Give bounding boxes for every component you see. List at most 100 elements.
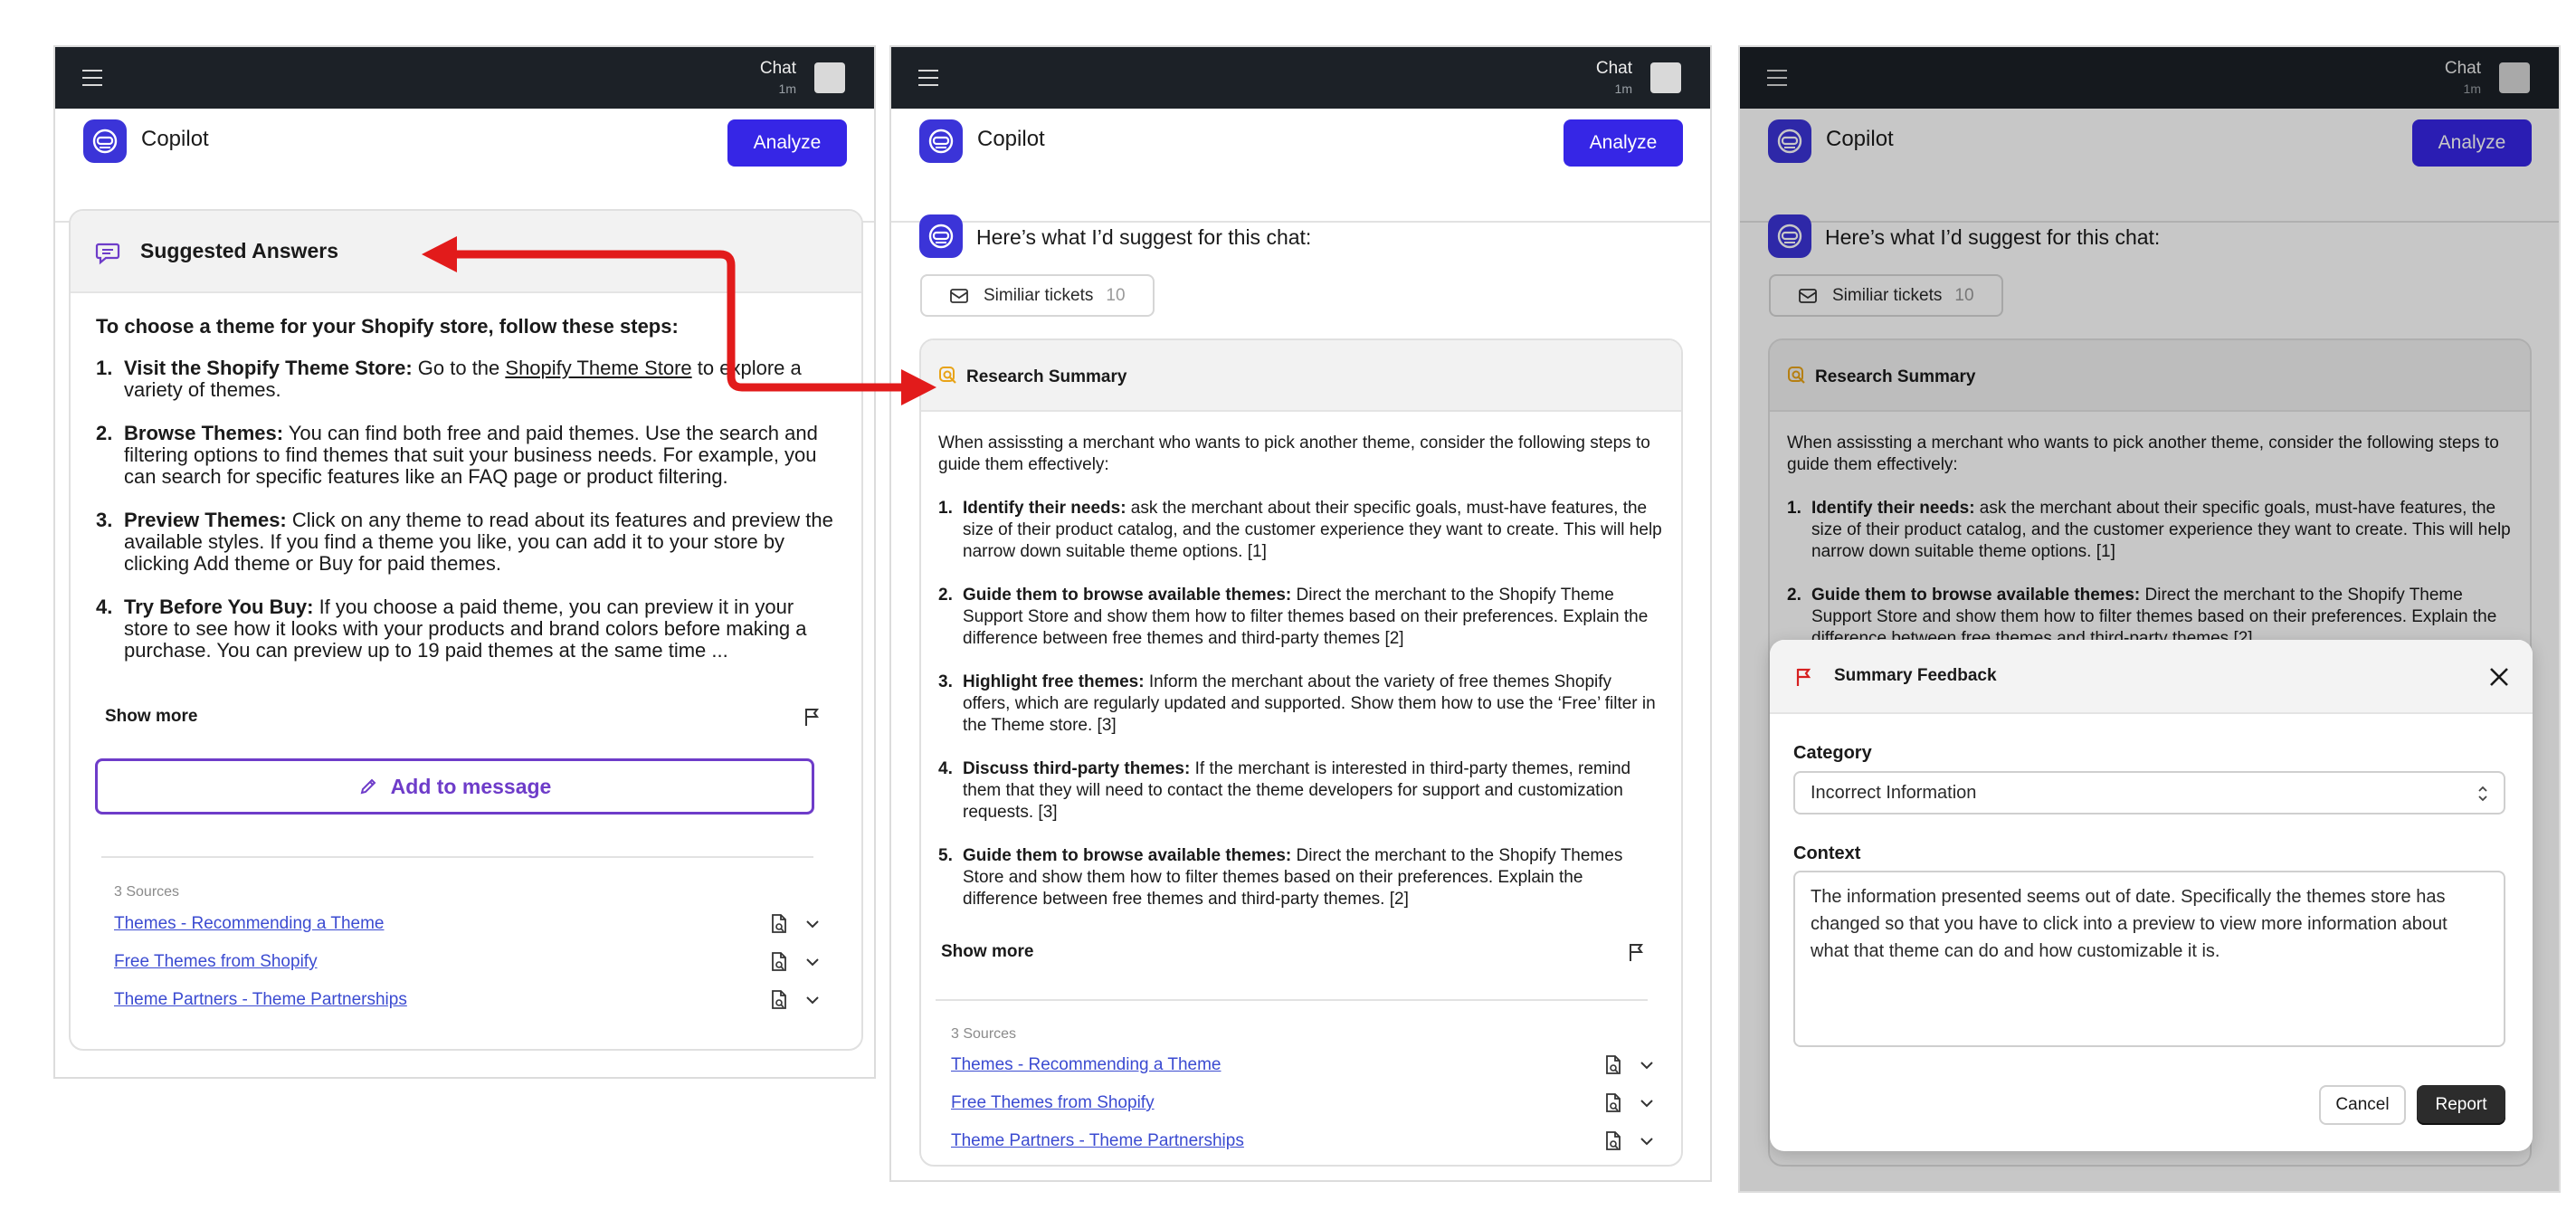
step-number: 4. <box>938 759 953 778</box>
chat-indicator: Chat 1m <box>760 60 796 95</box>
list-item: 1. Visit the Shopify Theme Store: Go to t… <box>96 357 838 401</box>
category-selected-value: Incorrect Information <box>1811 783 1977 803</box>
divider <box>101 856 813 858</box>
close-icon <box>2490 668 2508 686</box>
chevron-down-icon[interactable] <box>1639 1097 1655 1110</box>
summary-feedback-dialog: Summary Feedback Category Incorrect Info… <box>1770 640 2533 1151</box>
document-search-icon[interactable] <box>1603 1054 1623 1076</box>
summary-intro: When assissting a merchant who wants to … <box>938 433 1650 474</box>
source-link[interactable]: Themes - Recommending a Theme <box>951 1055 1221 1075</box>
panel-summary-feedback: Chat 1m Copilot Analyze Here’s what I’d … <box>1738 45 2561 1193</box>
list-item: 4. Try Before You Buy: If you choose a pa… <box>96 596 838 662</box>
source-link[interactable]: Theme Partners - Theme Partnerships <box>114 990 407 1010</box>
add-to-message-label: Add to message <box>390 774 552 798</box>
summary-steps: 1. Identify their needs: ask the merchant… <box>938 498 1662 932</box>
theme-store-link[interactable]: Shopify Theme Store <box>505 357 691 379</box>
step-title: Preview Themes: <box>124 509 287 531</box>
step-number: 1. <box>96 357 113 379</box>
document-search-icon[interactable] <box>769 951 789 973</box>
chevron-down-icon[interactable] <box>804 994 821 1006</box>
top-bar: Chat 1m <box>55 47 874 109</box>
research-icon <box>939 367 956 384</box>
hamburger-menu-icon[interactable] <box>918 70 938 86</box>
step-title: Try Before You Buy: <box>124 595 314 618</box>
step-title: Identify their needs: <box>963 499 1126 518</box>
document-search-icon[interactable] <box>1603 1130 1623 1152</box>
panel-research-summary: Chat 1m Copilot Analyze Here’s what I’d … <box>889 45 1712 1182</box>
copilot-logo-icon <box>919 214 963 258</box>
similar-tickets-button[interactable]: Similiar tickets 10 <box>920 274 1155 317</box>
list-item: 1. Identify their needs: ask the merchant… <box>938 498 1662 563</box>
copilot-title: Copilot <box>977 127 1045 151</box>
app-header: Copilot Analyze <box>891 109 1710 223</box>
context-label: Context <box>1793 843 1861 863</box>
source-link[interactable]: Free Themes from Shopify <box>951 1093 1155 1113</box>
card-title: Suggested Answers <box>140 239 338 262</box>
list-item: 2. Browse Themes: You can find both free … <box>96 423 838 488</box>
list-item: 3. Preview Themes: Click on any theme to … <box>96 510 838 575</box>
step-number: 3. <box>938 672 953 691</box>
step-title: Highlight free themes: <box>963 672 1145 691</box>
step-title: Discuss third-party themes: <box>963 759 1191 778</box>
copilot-logo-icon <box>919 119 963 163</box>
chat-bubble-icon <box>95 243 120 265</box>
step-number: 3. <box>96 509 113 531</box>
chevron-down-icon[interactable] <box>804 918 821 930</box>
avatar[interactable] <box>814 62 845 93</box>
source-link[interactable]: Themes - Recommending a Theme <box>114 914 385 934</box>
copilot-title: Copilot <box>141 127 209 151</box>
step-title: Guide them to browse available themes: <box>963 846 1292 865</box>
panel-suggested-answers: Chat 1m Copilot Analyze Suggested Answer… <box>53 45 876 1079</box>
top-bar: Chat 1m <box>891 47 1710 109</box>
close-button[interactable] <box>2487 665 2511 689</box>
flag-icon <box>1796 668 1811 686</box>
list-item: 4. Discuss third-party themes: If the mer… <box>938 758 1662 824</box>
step-text: Go to the <box>412 357 506 379</box>
suggestion-message: Here’s what I’d suggest for this chat: <box>976 225 1312 249</box>
answer-intro: To choose a theme for your Shopify store… <box>96 315 679 338</box>
cancel-button[interactable]: Cancel <box>2319 1085 2406 1125</box>
dialog-header: Summary Feedback <box>1770 640 2533 714</box>
similar-tickets-count: 10 <box>1106 285 1126 305</box>
pencil-icon <box>360 778 376 794</box>
step-title: Browse Themes: <box>124 422 284 444</box>
step-number: 2. <box>938 586 953 605</box>
context-textarea[interactable]: The information presented seems out of d… <box>1793 871 2505 1047</box>
analyze-button[interactable]: Analyze <box>1564 119 1683 167</box>
card-header: Suggested Answers <box>71 211 861 293</box>
report-button[interactable]: Report <box>2417 1085 2505 1125</box>
flag-icon[interactable] <box>802 706 823 728</box>
list-item: 5. Guide them to browse available themes:… <box>938 845 1662 910</box>
chevron-down-icon[interactable] <box>1639 1135 1655 1148</box>
category-label: Category <box>1793 743 1872 763</box>
show-more-button[interactable]: Show more <box>105 707 197 727</box>
step-title: Visit the Shopify Theme Store: <box>124 357 413 379</box>
add-to-message-button[interactable]: Add to message <box>95 758 814 815</box>
category-select[interactable]: Incorrect Information <box>1793 771 2505 815</box>
source-link[interactable]: Free Themes from Shopify <box>114 952 318 972</box>
document-search-icon[interactable] <box>1603 1092 1623 1114</box>
avatar[interactable] <box>1650 62 1681 93</box>
chevron-down-icon[interactable] <box>804 956 821 968</box>
suggested-answers-card: Suggested Answers To choose a theme for … <box>69 209 863 1051</box>
list-item: 3. Highlight free themes: Inform the merc… <box>938 672 1662 737</box>
card-title: Research Summary <box>966 367 1127 386</box>
document-search-icon[interactable] <box>769 913 789 935</box>
card-header: Research Summary <box>921 340 1681 412</box>
sources-label: 3 Sources <box>951 1026 1017 1042</box>
chat-indicator: Chat 1m <box>1596 60 1632 95</box>
flag-icon[interactable] <box>1626 941 1648 963</box>
document-search-icon[interactable] <box>769 989 789 1011</box>
show-more-button[interactable]: Show more <box>941 942 1033 962</box>
source-link[interactable]: Theme Partners - Theme Partnerships <box>951 1131 1244 1151</box>
step-number: 4. <box>96 595 113 618</box>
analyze-button[interactable]: Analyze <box>727 119 847 167</box>
hamburger-menu-icon[interactable] <box>82 70 102 86</box>
chat-label: Chat <box>759 59 796 78</box>
chevron-down-icon[interactable] <box>1639 1059 1655 1072</box>
answer-steps: 1. Visit the Shopify Theme Store: Go to t… <box>96 357 838 683</box>
mail-icon <box>950 289 968 303</box>
research-summary-card: Research Summary When assissting a merch… <box>919 338 1683 1167</box>
app-header: Copilot Analyze <box>55 109 874 223</box>
similar-tickets-label: Similiar tickets <box>984 285 1094 305</box>
